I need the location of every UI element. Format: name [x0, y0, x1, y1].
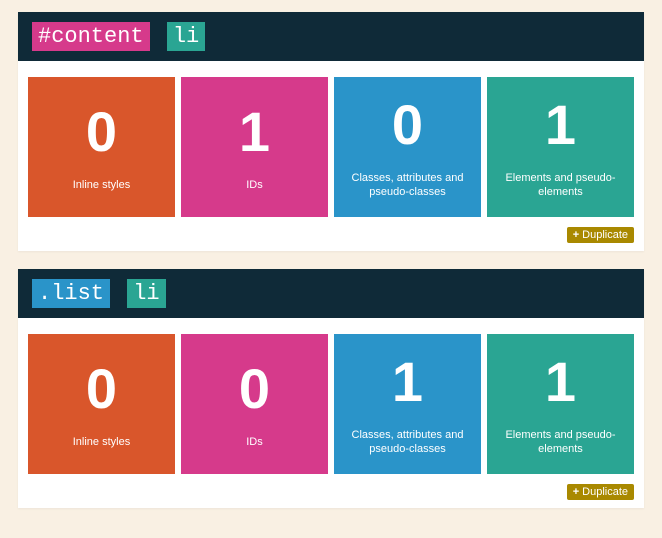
value-elements: 1 [493, 97, 628, 153]
tile-elements: 1 Elements and pseudo-elements [487, 77, 634, 217]
duplicate-button[interactable]: +Duplicate [567, 484, 634, 500]
card-footer: +Duplicate [18, 225, 644, 251]
plus-icon: + [573, 229, 579, 241]
tile-inline-styles: 0 Inline styles [28, 334, 175, 474]
value-ids: 1 [187, 104, 322, 160]
duplicate-label: Duplicate [582, 486, 628, 498]
specificity-card: #content li 0 Inline styles 1 IDs 0 Clas… [18, 12, 644, 251]
tile-ids: 0 IDs [181, 334, 328, 474]
value-classes: 0 [340, 97, 475, 153]
label-ids: IDs [187, 435, 322, 449]
selector-token-element: li [127, 279, 165, 308]
tile-classes: 0 Classes, attributes and pseudo-classes [334, 77, 481, 217]
tile-inline-styles: 0 Inline styles [28, 77, 175, 217]
specificity-tiles: 0 Inline styles 1 IDs 0 Classes, attribu… [18, 61, 644, 225]
specificity-tiles: 0 Inline styles 0 IDs 1 Classes, attribu… [18, 318, 644, 482]
value-inline: 0 [34, 361, 169, 417]
label-inline: Inline styles [34, 435, 169, 449]
label-classes: Classes, attributes and pseudo-classes [340, 171, 475, 200]
duplicate-button[interactable]: +Duplicate [567, 227, 634, 243]
label-inline: Inline styles [34, 178, 169, 192]
selector-header: #content li [18, 12, 644, 61]
tile-elements: 1 Elements and pseudo-elements [487, 334, 634, 474]
value-inline: 0 [34, 104, 169, 160]
selector-token-id: #content [32, 22, 150, 51]
tile-classes: 1 Classes, attributes and pseudo-classes [334, 334, 481, 474]
selector-token-class: .list [32, 279, 110, 308]
specificity-card: .list li 0 Inline styles 0 IDs 1 Classes… [18, 269, 644, 508]
label-elements: Elements and pseudo-elements [493, 171, 628, 200]
value-ids: 0 [187, 361, 322, 417]
value-elements: 1 [493, 354, 628, 410]
value-classes: 1 [340, 354, 475, 410]
card-footer: +Duplicate [18, 482, 644, 508]
label-classes: Classes, attributes and pseudo-classes [340, 428, 475, 457]
selector-header: .list li [18, 269, 644, 318]
tile-ids: 1 IDs [181, 77, 328, 217]
label-elements: Elements and pseudo-elements [493, 428, 628, 457]
duplicate-label: Duplicate [582, 229, 628, 241]
plus-icon: + [573, 486, 579, 498]
label-ids: IDs [187, 178, 322, 192]
selector-token-element: li [167, 22, 205, 51]
